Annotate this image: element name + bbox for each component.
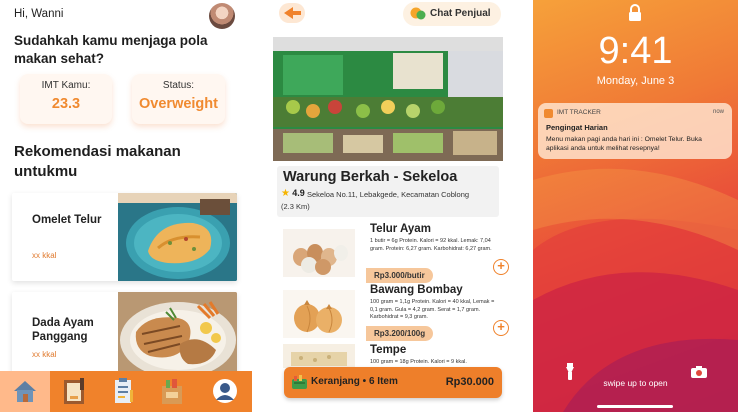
star-icon: ★ [281, 188, 290, 199]
grilled-chicken-photo [118, 292, 237, 380]
chat-seller-button[interactable]: Chat Penjual [403, 2, 501, 26]
notification-body: Menu makan pagi anda hari ini : Omelet T… [546, 136, 702, 152]
grocery-bag-icon[interactable] [157, 376, 187, 406]
recommendation-title: Rekomendasi makanan untukmu [14, 143, 181, 180]
lock-date: Monday, June 3 [596, 75, 675, 87]
cart-label: Keranjang • 6 Item [311, 376, 398, 387]
checklist-icon[interactable] [108, 376, 138, 406]
notification-app-name: IMT TRACKER [557, 109, 601, 116]
app-icon [544, 109, 553, 118]
product-name: Telur Ayam [370, 223, 431, 235]
lock-time: 9:41 [598, 30, 673, 72]
lock-icon [629, 4, 641, 21]
imt-label: IMT Kamu: [41, 80, 91, 91]
add-to-cart-button[interactable]: + [493, 259, 509, 275]
shop-info-card: Warung Berkah - Sekeloa ★ 4.9 Sekeloa No… [277, 166, 499, 217]
product-price: Rp3.200/100g [366, 326, 434, 341]
food-card-chicken[interactable]: Dada Ayam Panggang xx kkal [12, 292, 237, 380]
product-name: Bawang Bombay [370, 284, 463, 296]
shop-name: Warung Berkah - Sekeloa [283, 169, 458, 185]
cart-total: Rp30.000 [445, 376, 494, 388]
lock-screen: 9:41 Monday, June 3 IMT TRACKER now Peng… [533, 0, 738, 412]
home-icon [14, 381, 36, 402]
status-card: Status: Overweight [132, 74, 225, 124]
basket-icon [292, 375, 307, 389]
status-value: Overweight [139, 96, 218, 112]
health-question: Sudahkah kamu menjaga pola makan sehat? [14, 33, 208, 66]
recipe-book-icon[interactable] [60, 376, 90, 406]
swipe-hint: swipe up to open [603, 378, 668, 388]
product-name: Tempe [370, 344, 407, 356]
bottom-navbar [0, 371, 252, 412]
product-description: 1 butir = 6g Protein. Kalori = 92 kkal. … [370, 238, 492, 252]
onion-photo [283, 290, 355, 338]
shop-address: Sekeloa No.11, Lebakgede, Kecamatan Cobl… [307, 190, 470, 199]
product-description: 100 gram = 18g Protein. Kalori = 9 kkal. [370, 359, 467, 365]
camera-icon[interactable] [691, 365, 707, 378]
notification-card[interactable]: IMT TRACKER now Pengingat Harian Menu ma… [538, 103, 732, 159]
notification-time: now [712, 109, 724, 115]
cart-bar[interactable]: Keranjang • 6 Item Rp30.000 [284, 367, 502, 398]
notification-title: Pengingat Harian [546, 123, 608, 132]
home-screen: Hi, Wanni Sudahkah kamu menjaga pola mak… [0, 0, 252, 412]
omelet-photo [118, 193, 237, 281]
back-arrow-icon[interactable] [279, 3, 305, 23]
product-price: Rp3.000/butir [366, 268, 433, 283]
profile-icon[interactable] [210, 376, 240, 406]
avatar[interactable] [209, 3, 235, 29]
chat-seller-label: Chat Penjual [430, 8, 491, 19]
product-description: 100 gram = 1,1g Protein. Kalori = 40 kka… [370, 299, 495, 320]
food-name: Omelet Telur [32, 214, 102, 226]
market-photo [273, 37, 503, 161]
imt-value: 23.3 [51, 96, 81, 112]
food-calories: xx kkal [32, 350, 57, 359]
nav-home[interactable] [0, 371, 50, 412]
food-card-omelet[interactable]: Omelet Telur xx kkal [12, 193, 237, 281]
rating-value: 4.9 [292, 188, 305, 198]
home-indicator[interactable] [597, 405, 673, 408]
status-label: Status: [162, 80, 195, 91]
imt-card: IMT Kamu: 23.3 [20, 74, 112, 124]
greeting-text: Hi, Wanni [14, 8, 64, 20]
food-name: Dada Ayam Panggang [32, 317, 94, 343]
food-calories: xx kkal [32, 251, 57, 260]
chat-bubble-icon [410, 7, 426, 20]
shop-rating: ★ 4.9 [281, 188, 305, 199]
shop-screen: Chat Penjual Warung Berkah - Sekeloa ★ 4… [263, 0, 515, 412]
add-to-cart-button[interactable]: + [493, 320, 509, 336]
tempe-photo [283, 344, 355, 368]
shop-distance: (2.3 Km) [281, 202, 310, 211]
eggs-photo [283, 229, 355, 277]
